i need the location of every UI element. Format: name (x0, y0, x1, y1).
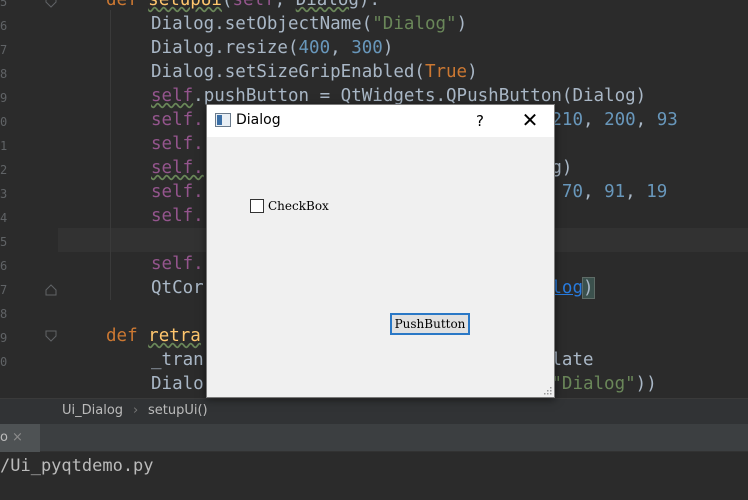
code-token: self (151, 86, 194, 106)
code-token: self. (151, 182, 204, 202)
code-token: 70 (561, 182, 583, 202)
dialog-titlebar[interactable]: Dialog ? ✕ (207, 105, 554, 137)
line-number: 4 (0, 211, 8, 225)
line-number: 5 (0, 0, 8, 9)
qt-dialog-window: Dialog ? ✕ CheckBox PushButton (206, 104, 555, 398)
code-token: , (625, 182, 647, 202)
code-token: .pushButton = QtWidgets.QPushButton(Dial… (193, 86, 647, 106)
fold-marker-icon[interactable] (45, 330, 57, 342)
code-token: "Dialog" (372, 14, 457, 34)
code-token: , (330, 38, 352, 58)
line-number: 2 (0, 163, 8, 177)
code-token: self. (151, 158, 204, 178)
run-console[interactable]: /Ui_pyqtdemo.py (0, 452, 748, 500)
code-token: Dialog.setSizeGripEnabled( (151, 62, 425, 82)
code-token: Dialog.resize( (151, 38, 299, 58)
help-button[interactable]: ? (457, 105, 503, 137)
run-tab-label: o (0, 430, 8, 445)
line-number: 9 (0, 91, 8, 105)
code-token: ) (582, 277, 595, 299)
code-token: 91 (604, 182, 626, 202)
line-number: 8 (0, 67, 8, 81)
checkbox-label[interactable]: CheckBox (268, 199, 329, 213)
line-number: 5 (0, 235, 8, 249)
code-line: Dialog.setSizeGripEnabled(True) (151, 60, 478, 84)
code-token: , (274, 0, 296, 10)
code-token: )) (635, 374, 657, 394)
line-number-gutter: 5 6 7 8 9 0 1 2 3 4 5 6 7 8 9 0 (0, 0, 40, 398)
line-number: 7 (0, 283, 8, 297)
code-token: retra (148, 326, 201, 346)
run-tab[interactable]: o × (0, 424, 40, 452)
code-token: 93 (656, 110, 678, 130)
code-token: ) (382, 38, 394, 58)
checkbox-indicator[interactable] (250, 199, 264, 213)
code-token: 200 (604, 110, 636, 130)
code-token: self (232, 0, 275, 10)
code-line: self. (151, 252, 204, 276)
close-button[interactable]: ✕ (507, 105, 553, 137)
breadcrumb-separator: › (133, 403, 139, 418)
code-token: ( (221, 0, 233, 10)
size-grip-icon[interactable] (542, 385, 552, 395)
close-icon[interactable]: × (12, 424, 23, 452)
line-number: 0 (0, 115, 8, 129)
line-number: 3 (0, 187, 8, 201)
line-number: 0 (0, 355, 8, 369)
code-token: setupUi (148, 0, 222, 10)
code-token: 400 (298, 38, 331, 58)
code-token: 210 (551, 110, 583, 130)
breadcrumb-item-method[interactable]: setupUi() (148, 403, 208, 418)
code-token: Dialog.setObjectName( (151, 14, 373, 34)
console-output-line: /Ui_pyqtdemo.py (0, 456, 154, 476)
code-token: , (635, 110, 657, 130)
code-line: Dialog.setObjectName("Dialog") (151, 12, 467, 36)
breadcrumb-item-class[interactable]: Ui_Dialog (62, 403, 123, 418)
code-token: 19 (646, 182, 668, 202)
code-token: Dialog (295, 0, 359, 10)
push-button[interactable]: PushButton (390, 313, 470, 335)
indent-guide (110, 10, 111, 300)
code-token: self. (151, 134, 204, 154)
line-number: 1 (0, 139, 8, 153)
code-token: ) (456, 14, 468, 34)
line-number: 6 (0, 259, 8, 273)
code-line: def retra (106, 324, 201, 348)
code-token: def (106, 0, 149, 10)
code-token: def (106, 326, 149, 346)
fold-end-icon[interactable] (45, 284, 57, 296)
line-number: 9 (0, 331, 8, 345)
code-token: 300 (351, 38, 383, 58)
breadcrumb: Ui_Dialog › setupUi() (0, 398, 748, 424)
code-token: ): (358, 0, 380, 10)
code-token: self. (151, 206, 204, 226)
line-number: 8 (0, 307, 8, 321)
app-window-icon (215, 113, 231, 127)
code-token: True (424, 62, 468, 82)
dialog-title: Dialog (236, 112, 281, 128)
run-tab-bar: o × (0, 424, 748, 452)
code-token: , (583, 182, 605, 202)
code-token: , (582, 110, 605, 130)
line-number: 7 (0, 43, 8, 57)
code-token: self. (151, 254, 204, 274)
line-number: 6 (0, 19, 8, 33)
code-line: Dialog.resize(400, 300) (151, 36, 393, 60)
code-token: self. (151, 110, 204, 130)
code-line: def setupUi(self, Dialog): (106, 0, 380, 12)
fold-marker-icon[interactable] (45, 0, 57, 8)
code-token: ) (467, 62, 478, 82)
